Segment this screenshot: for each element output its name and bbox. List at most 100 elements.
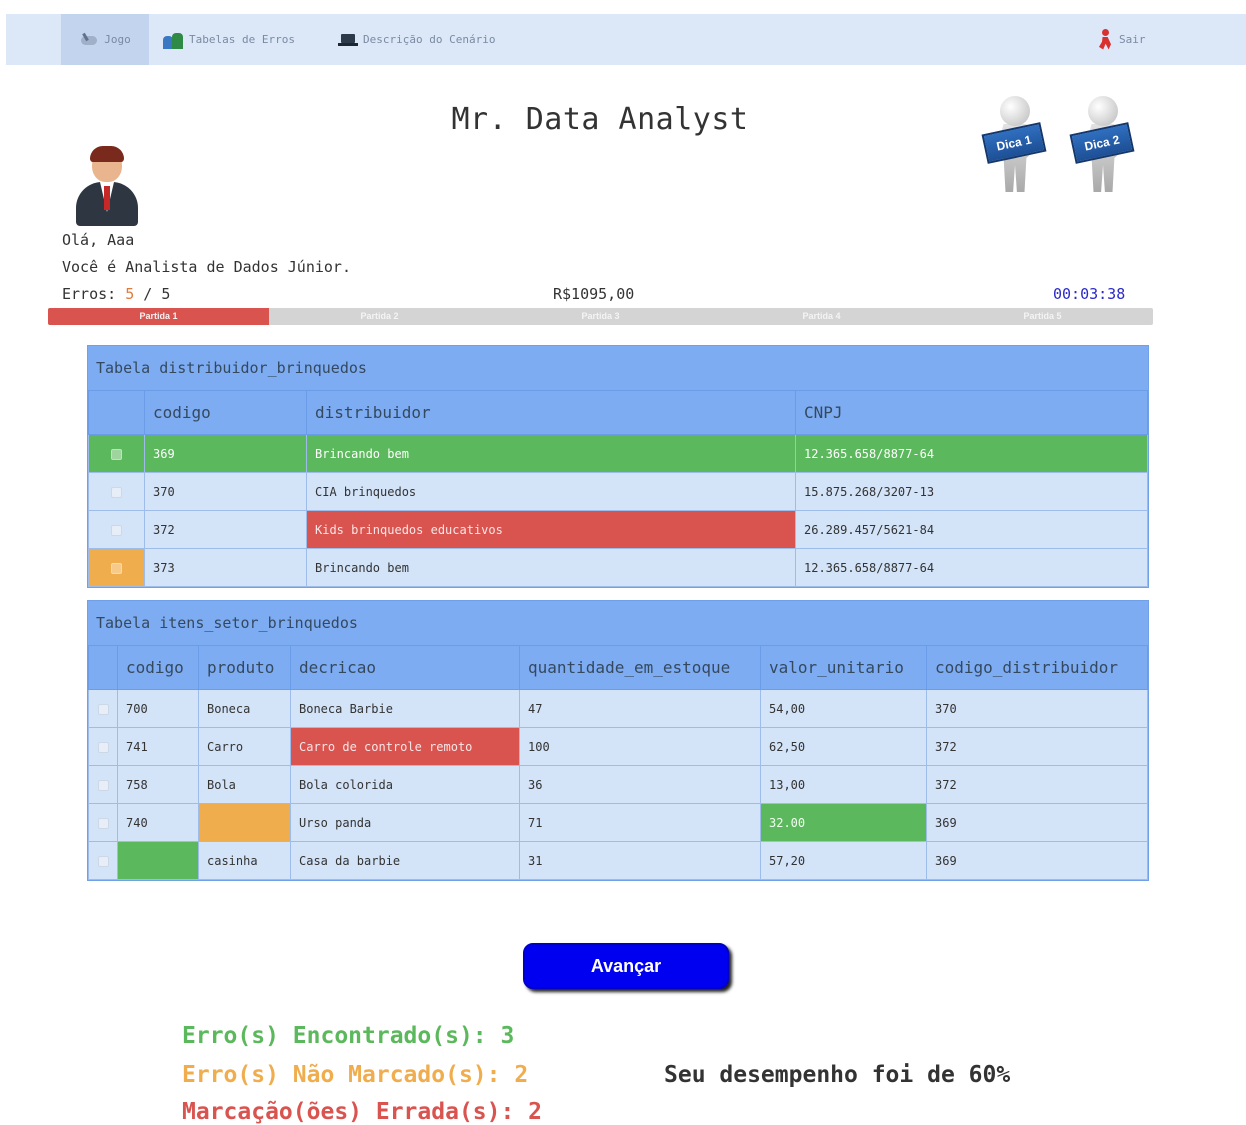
row-checkbox[interactable] [97, 703, 109, 715]
table-cell[interactable]: Boneca [198, 689, 291, 728]
table-header-row: codigo produto decricao quantidade_em_es… [88, 645, 1148, 690]
game-timer: 00:03:38 [1053, 285, 1126, 303]
itens-table: codigo produto decricao quantidade_em_es… [88, 645, 1148, 880]
distribuidor-table: codigo distribuidor CNPJ 369 Brincando b… [88, 390, 1148, 587]
top-navigation: Jogo Tabelas de Erros Descrição do Cenár… [6, 14, 1246, 65]
table-cell[interactable]: 54,00 [760, 689, 927, 728]
table-row[interactable]: casinha Casa da barbie 31 57,20 369 [88, 841, 1148, 880]
money-balance: R$1095,00 [553, 285, 635, 303]
round-3-segment: Partida 3 [581, 311, 620, 321]
table-cell[interactable]: 758 [117, 765, 199, 804]
table-cell[interactable] [198, 803, 291, 842]
errors-not-marked-text: Erro(s) Não Marcado(s): 2 [182, 1062, 529, 1088]
table-cell[interactable]: 100 [519, 727, 761, 766]
table-cell[interactable]: Brincando bem [306, 434, 796, 473]
hint-1-label: Dica 1 [981, 122, 1047, 164]
table-cell[interactable]: 372 [926, 727, 1148, 766]
table-row[interactable]: 369 Brincando bem 12.365.658/8877-64 [88, 434, 1148, 473]
table-cell[interactable]: Kids brinquedos educativos [306, 510, 796, 549]
table-cell[interactable]: 372 [144, 510, 307, 549]
row-checkbox[interactable] [97, 779, 109, 791]
people-icon [162, 30, 184, 50]
table-row[interactable]: 758 Bola Bola colorida 36 13,00 372 [88, 765, 1148, 804]
errors-counter: Erros: 5 / 5 [62, 285, 170, 303]
row-checkbox[interactable] [97, 855, 109, 867]
nav-item-tabelas-de-erros[interactable]: Tabelas de Erros [162, 14, 295, 65]
table-cell[interactable]: 57,20 [760, 841, 927, 880]
table-cell[interactable]: 741 [117, 727, 199, 766]
column-header: quantidade_em_estoque [519, 645, 761, 690]
table-cell[interactable]: 372 [926, 765, 1148, 804]
table-cell[interactable]: Bola [198, 765, 291, 804]
table-row[interactable]: 700 Boneca Boneca Barbie 47 54,00 370 [88, 689, 1148, 728]
table-cell[interactable]: 740 [117, 803, 199, 842]
table-row[interactable]: 740 Urso panda 71 32.00 369 [88, 803, 1148, 842]
role-text: Você é Analista de Dados Júnior. [62, 258, 351, 276]
table-cell[interactable]: 373 [144, 548, 307, 587]
table-cell[interactable]: Bola colorida [290, 765, 520, 804]
greeting-text: Olá, Aaa [62, 231, 135, 249]
errors-found-text: Erro(s) Encontrado(s): 3 [182, 1023, 515, 1049]
hint-1-button[interactable]: Dica 1 [981, 96, 1056, 198]
advance-button[interactable]: Avançar [523, 943, 729, 989]
table-cell[interactable]: Casa da barbie [290, 841, 520, 880]
table-row[interactable]: 373 Brincando bem 12.365.658/8877-64 [88, 548, 1148, 587]
table-cell[interactable]: 13,00 [760, 765, 927, 804]
row-checkbox[interactable] [97, 817, 109, 829]
nav-item-jogo[interactable]: Jogo [61, 14, 149, 65]
errors-current: 5 [125, 285, 135, 303]
logout-link[interactable]: Sair [1096, 14, 1146, 65]
table-cell[interactable]: Boneca Barbie [290, 689, 520, 728]
table-cell[interactable]: 12.365.658/8877-64 [795, 548, 1148, 587]
table-header-row: codigo distribuidor CNPJ [88, 390, 1148, 435]
row-checkbox[interactable] [111, 562, 122, 574]
table-cell[interactable]: 370 [926, 689, 1148, 728]
nav-item-descricao-do-cenario[interactable]: Descrição do Cenário [338, 14, 495, 65]
table-cell[interactable]: Urso panda [290, 803, 520, 842]
table-cell[interactable]: 26.289.457/5621-84 [795, 510, 1148, 549]
errors-total: 5 [161, 285, 171, 303]
table-cell[interactable]: 32.00 [760, 803, 927, 842]
table-cell[interactable]: 369 [144, 434, 307, 473]
table-cell[interactable]: 47 [519, 689, 761, 728]
table-cell[interactable]: 15.875.268/3207-13 [795, 472, 1148, 511]
table-cell[interactable]: 31 [519, 841, 761, 880]
table-cell[interactable]: 370 [144, 472, 307, 511]
nav-item-label: Tabelas de Erros [189, 33, 295, 46]
table-cell[interactable]: 12.365.658/8877-64 [795, 434, 1148, 473]
table-cell[interactable]: 369 [926, 841, 1148, 880]
rounds-progress-bar: Partida 1 Partida 2 Partida 3 Partida 4 … [48, 308, 1153, 325]
row-checkbox[interactable] [111, 448, 122, 460]
round-1-segment: Partida 1 [48, 308, 269, 325]
table-cell[interactable]: 71 [519, 803, 761, 842]
table-cell[interactable]: casinha [198, 841, 291, 880]
table-cell[interactable]: 700 [117, 689, 199, 728]
column-header: valor_unitario [760, 645, 927, 690]
round-4-segment: Partida 4 [802, 311, 841, 321]
column-header: decricao [290, 645, 520, 690]
table-distribuidor-panel: Tabela distribuidor_brinquedos codigo di… [87, 345, 1149, 588]
row-checkbox[interactable] [111, 486, 122, 498]
table-title: Tabela distribuidor_brinquedos [88, 346, 1148, 390]
performance-text: Seu desempenho foi de 60% [664, 1062, 1011, 1088]
errors-label: Erros: [62, 285, 117, 303]
row-checkbox[interactable] [97, 741, 109, 753]
table-cell[interactable]: CIA brinquedos [306, 472, 796, 511]
table-cell[interactable]: 36 [519, 765, 761, 804]
table-row[interactable]: 372 Kids brinquedos educativos 26.289.45… [88, 510, 1148, 549]
table-cell[interactable]: Carro de controle remoto [290, 727, 520, 766]
table-title: Tabela itens_setor_brinquedos [88, 601, 1148, 645]
table-row[interactable]: 370 CIA brinquedos 15.875.268/3207-13 [88, 472, 1148, 511]
table-cell[interactable]: Brincando bem [306, 548, 796, 587]
row-checkbox[interactable] [111, 524, 122, 536]
table-itens-panel: Tabela itens_setor_brinquedos codigo pro… [87, 600, 1149, 881]
table-cell[interactable] [117, 841, 199, 880]
round-2-segment: Partida 2 [360, 311, 399, 321]
table-row[interactable]: 741 Carro Carro de controle remoto 100 6… [88, 727, 1148, 766]
table-cell[interactable]: 62,50 [760, 727, 927, 766]
user-avatar-icon [76, 146, 138, 226]
laptop-icon [338, 33, 358, 46]
hint-2-button[interactable]: Dica 2 [1069, 96, 1144, 198]
table-cell[interactable]: 369 [926, 803, 1148, 842]
table-cell[interactable]: Carro [198, 727, 291, 766]
